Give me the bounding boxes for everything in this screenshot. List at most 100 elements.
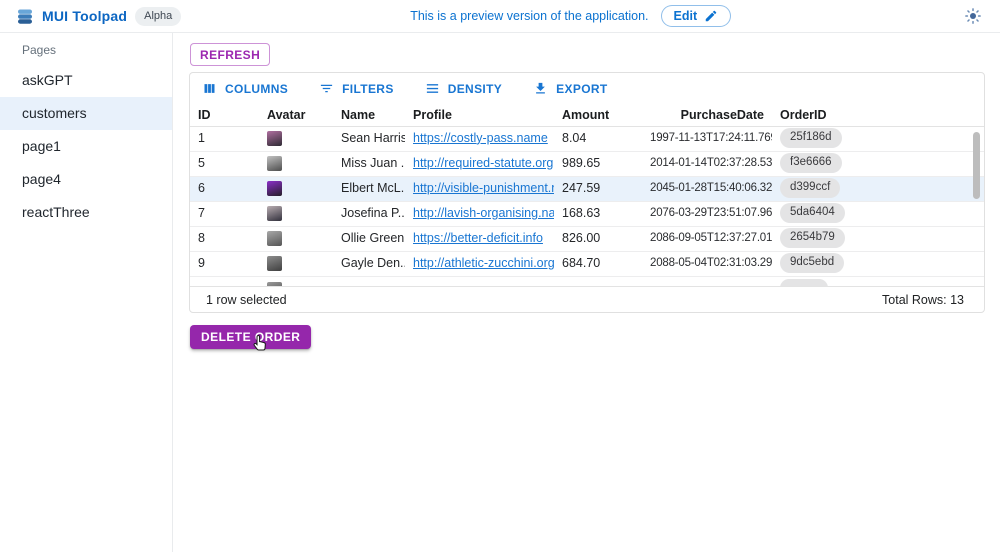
order-id-chip: f3e6666	[780, 153, 842, 173]
cell-order-id: 2654b79	[772, 228, 984, 248]
table-row[interactable]: 6 Elbert McL... http://visible-punishmen…	[190, 177, 984, 202]
cell-amount: 684.70	[554, 256, 642, 270]
sidebar-header: Pages	[0, 33, 172, 64]
order-id-chip: d399ccf	[780, 178, 840, 198]
grid-footer: 1 row selected Total Rows: 13	[190, 286, 984, 312]
cell-name: Elbert McL...	[333, 181, 405, 195]
theme-toggle-button[interactable]	[960, 3, 986, 29]
column-header-purchasedate[interactable]: PurchaseDate	[642, 108, 772, 122]
column-header-amount[interactable]: Amount	[554, 108, 642, 122]
grid-header-row: ID Avatar Name Profile Amount PurchaseDa…	[190, 104, 984, 127]
profile-link[interactable]: https://better-deficit.info	[413, 231, 543, 245]
table-row-partial[interactable]	[190, 277, 984, 286]
avatar	[267, 156, 282, 171]
column-header-avatar[interactable]: Avatar	[259, 108, 333, 122]
cell-profile: https://better-deficit.info	[405, 231, 554, 245]
density-icon	[425, 81, 440, 96]
total-rows: Total Rows: 13	[882, 293, 964, 307]
refresh-button[interactable]: REFRESH	[190, 43, 270, 66]
export-icon	[533, 81, 548, 96]
profile-link[interactable]: http://athletic-zucchini.org	[413, 256, 554, 270]
sidebar-item-customers[interactable]: customers	[0, 97, 172, 130]
filter-icon	[319, 81, 334, 96]
cell-purchase-date: 2014-01-14T02:37:28.536Z	[642, 157, 772, 169]
order-id-chip: 5da6404	[780, 203, 845, 223]
cell-order-id: 5da6404	[772, 203, 984, 223]
grid-vertical-scrollbar[interactable]	[973, 132, 980, 199]
app-bar: MUI Toolpad Alpha This is a preview vers…	[0, 0, 1000, 33]
cell-avatar	[259, 205, 333, 220]
avatar	[267, 231, 282, 246]
filters-button[interactable]: FILTERS	[317, 77, 396, 100]
table-row[interactable]: 9 Gayle Den... http://athletic-zucchini.…	[190, 252, 984, 277]
cell-order-id: 9dc5ebd	[772, 253, 984, 273]
cell-amount: 168.63	[554, 206, 642, 220]
export-button[interactable]: EXPORT	[531, 77, 609, 100]
order-id-chip: 25f186d	[780, 128, 842, 148]
grid-rows: 1 Sean Harris https://costly-pass.name 8…	[190, 127, 984, 286]
profile-link[interactable]: http://required-statute.org	[413, 156, 553, 170]
cell-profile: http://required-statute.org	[405, 156, 554, 170]
cell-order-id: 25f186d	[772, 128, 984, 148]
cell-id: 8	[190, 231, 259, 245]
cell-order-id: f3e6666	[772, 153, 984, 173]
cell-name: Sean Harris	[333, 131, 405, 145]
cell-profile: http://lavish-organising.name	[405, 206, 554, 220]
table-row[interactable]: 8 Ollie Green... https://better-deficit.…	[190, 227, 984, 252]
cell-purchase-date: 2045-01-28T15:40:06.325Z	[642, 182, 772, 194]
cell-id: 5	[190, 156, 259, 170]
page-content: REFRESH COLUMNS FILTERS DENSITY	[173, 33, 1000, 552]
cell-id: 9	[190, 256, 259, 270]
sidebar-item-page4[interactable]: page4	[0, 163, 172, 196]
avatar	[267, 256, 282, 271]
cell-purchase-date: 2088-05-04T02:31:03.294Z	[642, 257, 772, 269]
selection-count: 1 row selected	[206, 293, 287, 307]
app-bar-brand: MUI Toolpad Alpha	[16, 7, 181, 26]
profile-link[interactable]: http://visible-punishment.net	[413, 181, 554, 195]
toolpad-logo-icon	[16, 8, 34, 25]
order-id-chip	[780, 279, 828, 287]
order-id-chip: 2654b79	[780, 228, 845, 248]
cell-purchase-date: 1997-11-13T17:24:11.769Z	[642, 132, 772, 144]
cell-avatar	[259, 230, 333, 245]
sidebar-item-page1[interactable]: page1	[0, 130, 172, 163]
columns-icon	[202, 81, 217, 96]
sidebar-item-askgpt[interactable]: askGPT	[0, 64, 172, 97]
data-grid: COLUMNS FILTERS DENSITY EXPORT	[189, 72, 985, 313]
cell-profile: http://visible-punishment.net	[405, 181, 554, 195]
column-header-id[interactable]: ID	[190, 108, 259, 122]
table-row[interactable]: 5 Miss Juan ... http://required-statute.…	[190, 152, 984, 177]
profile-link[interactable]: https://costly-pass.name	[413, 131, 548, 145]
app-bar-right	[960, 3, 986, 29]
cell-avatar	[259, 255, 333, 270]
delete-order-button[interactable]: DELETE ORDER	[190, 325, 311, 349]
preview-message: This is a preview version of the applica…	[410, 9, 648, 23]
profile-link[interactable]: http://lavish-organising.name	[413, 206, 554, 220]
columns-button[interactable]: COLUMNS	[200, 77, 290, 100]
sidebar-item-reactthree[interactable]: reactThree	[0, 196, 172, 229]
cell-amount: 247.59	[554, 181, 642, 195]
column-header-name[interactable]: Name	[333, 108, 405, 122]
alpha-badge: Alpha	[135, 7, 181, 26]
app-title: MUI Toolpad	[42, 8, 127, 24]
pencil-icon	[704, 9, 718, 23]
cell-amount: 826.00	[554, 231, 642, 245]
column-header-orderid[interactable]: OrderID	[772, 108, 984, 122]
cell-avatar	[259, 155, 333, 170]
cell-name: Gayle Den...	[333, 256, 405, 270]
density-button[interactable]: DENSITY	[423, 77, 504, 100]
edit-button[interactable]: Edit	[661, 5, 732, 27]
app-bar-center: This is a preview version of the applica…	[181, 5, 960, 27]
sidebar: Pages askGPT customers page1 page4 react…	[0, 33, 173, 552]
sun-icon	[964, 7, 982, 25]
avatar	[267, 181, 282, 196]
app-window: MUI Toolpad Alpha This is a preview vers…	[0, 0, 1000, 552]
cell-id: 1	[190, 131, 259, 145]
avatar	[267, 206, 282, 221]
column-header-profile[interactable]: Profile	[405, 108, 554, 122]
table-row[interactable]: 1 Sean Harris https://costly-pass.name 8…	[190, 127, 984, 152]
cell-order-id: d399ccf	[772, 178, 984, 198]
cell-profile: http://athletic-zucchini.org	[405, 256, 554, 270]
table-row[interactable]: 7 Josefina P... http://lavish-organising…	[190, 202, 984, 227]
avatar	[267, 282, 282, 286]
